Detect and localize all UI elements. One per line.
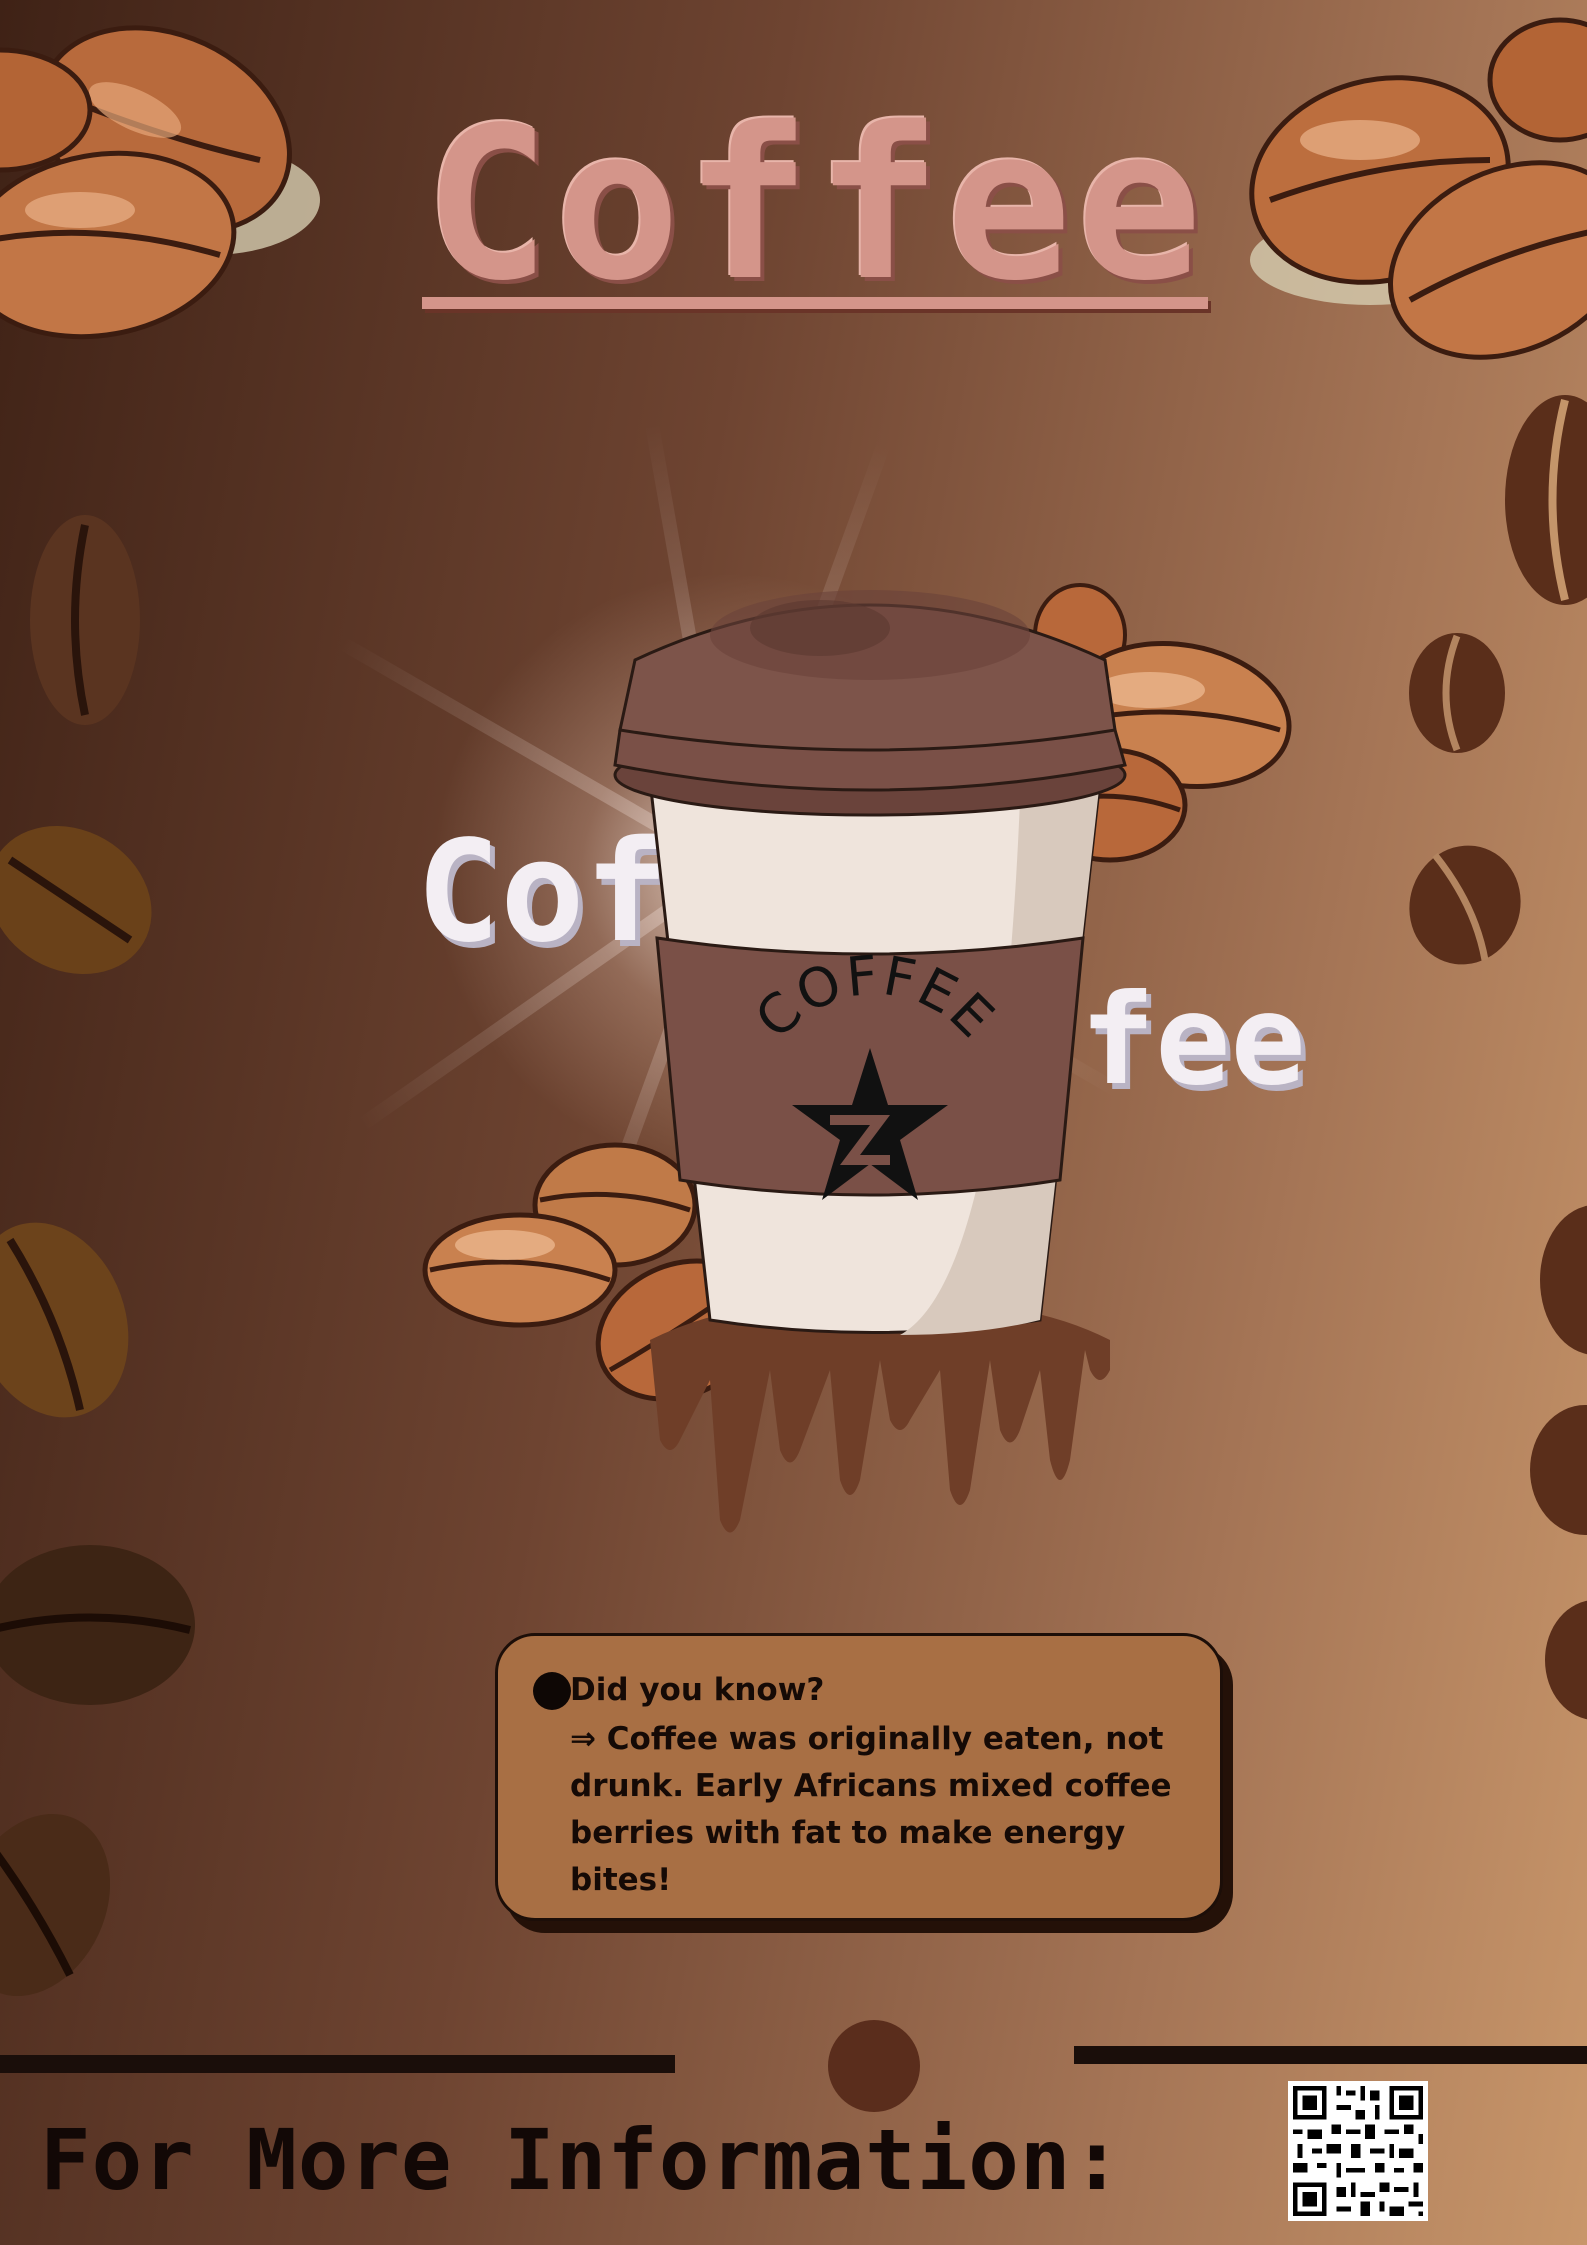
footer-heading: For More Information:: [40, 2111, 1124, 2209]
coffee-bean-icon: [1545, 1600, 1587, 1720]
fact-heading: Did you know?: [570, 1672, 825, 1708]
coffee-bean-icon: [0, 1222, 129, 1418]
coffee-bean-icon: [1505, 395, 1587, 605]
fact-box: Did you know? ⇒ Coffee was originally ea…: [495, 1633, 1223, 1921]
coffee-bean-icon: [0, 1813, 110, 1997]
coffee-bean-icon: [1409, 633, 1505, 753]
coffee-bean-icon: [0, 1545, 195, 1705]
coffee-bean-icon: [1540, 1205, 1587, 1355]
coffee-bean-icon: [1409, 845, 1521, 965]
bullet-icon: [533, 1672, 571, 1710]
fact-text: ⇒ Coffee was originally eaten, not drunk…: [570, 1721, 1172, 1898]
coffee-bean-icon: [30, 515, 140, 725]
divider-left: [0, 2055, 675, 2073]
coffee-bean-cluster-top-right-icon: [1249, 17, 1587, 360]
title-underline: [422, 297, 1208, 309]
coffee-bean-cluster-top-left-icon: [0, 25, 320, 340]
divider-right: [1074, 2046, 1587, 2064]
coffee-bean-icon: [1530, 1405, 1587, 1535]
title-block: Coffee: [420, 82, 1210, 327]
qr-code-icon[interactable]: [1288, 2081, 1428, 2221]
page-title: Coffee: [423, 82, 1207, 327]
coffee-poster: Coffee Cof fee COFFEE Did you know? ⇒ Co…: [0, 0, 1587, 2245]
divider-dot: [828, 2020, 920, 2112]
coffee-cup-icon: COFFEE: [613, 590, 1127, 1335]
coffee-bean-icon: [0, 825, 152, 975]
